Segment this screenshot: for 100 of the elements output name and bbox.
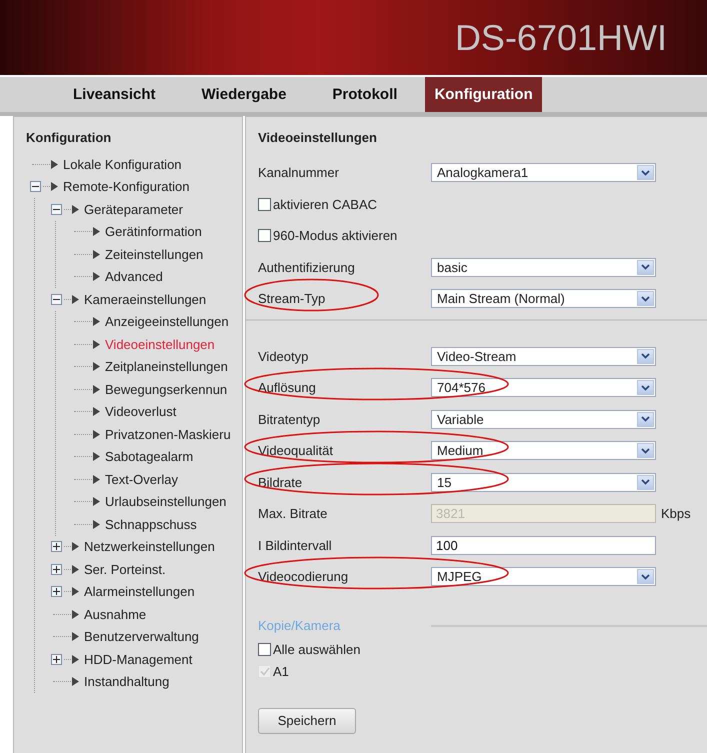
field-label: Bitratentyp	[258, 412, 322, 427]
tree-item[interactable]: HDD-Management	[84, 652, 192, 667]
dropdown[interactable]: Analogkamera1	[431, 163, 656, 182]
chevron-down-icon	[637, 474, 654, 490]
tree-item[interactable]: Urlaubseinstellungen	[105, 494, 226, 510]
dropdown[interactable]: Video-Stream	[431, 346, 656, 366]
input-field[interactable]: 100	[431, 536, 656, 555]
triangle-icon	[93, 430, 100, 439]
checkbox-label: A1	[273, 664, 289, 679]
tree-item[interactable]: Ausnahme	[84, 606, 146, 622]
tree-item[interactable]: Videoverlust	[105, 404, 176, 420]
dropdown[interactable]: Variable	[431, 410, 656, 429]
triangle-icon	[51, 160, 58, 169]
tree-item[interactable]: Bewegungserkennun	[105, 382, 228, 397]
field-label: Bildrate	[258, 474, 304, 490]
tree-item[interactable]: Geräteparameter	[84, 202, 183, 217]
checkbox[interactable]	[258, 643, 271, 656]
triangle-icon	[72, 294, 79, 304]
chevron-down-icon	[637, 443, 654, 458]
section-title: Videoeinstellungen	[258, 129, 378, 147]
dropdown[interactable]: basic	[431, 258, 656, 277]
tree-item[interactable]: Sabotagealarm	[105, 449, 194, 464]
triangle-icon	[93, 227, 100, 236]
field-label: Authentifizierung	[258, 260, 356, 275]
tree-item[interactable]: Schnappschuss	[105, 516, 197, 532]
tree-item[interactable]: Privatzonen-Maskieru	[105, 426, 231, 442]
field-label: Videocodierung	[258, 569, 350, 584]
dropdown[interactable]: Main Stream (Normal)	[431, 289, 656, 308]
triangle-icon	[93, 272, 100, 282]
tree-item[interactable]: Ser. Porteinst.	[84, 562, 166, 577]
collapse-icon[interactable]	[30, 181, 41, 192]
unit-label: Kbps	[661, 506, 691, 522]
field-label: Auflösung	[258, 380, 317, 396]
triangle-icon	[72, 204, 79, 214]
triangle-icon	[93, 474, 100, 484]
nav-tab[interactable]: Wiedergabe	[184, 77, 304, 112]
triangle-icon	[93, 384, 100, 394]
dropdown[interactable]: 704*576	[431, 378, 656, 398]
field-label: Max. Bitrate	[258, 506, 328, 522]
checkbox-label: 960-Modus aktivieren	[273, 228, 398, 244]
sidebar-title: Konfiguration	[25, 129, 112, 147]
triangle-icon	[93, 520, 100, 529]
chevron-down-icon	[637, 380, 654, 396]
tree-item[interactable]: Kameraeinstellungen	[84, 292, 206, 307]
tree-item[interactable]: Advanced	[105, 269, 163, 284]
collapse-icon[interactable]	[51, 204, 62, 215]
expand-icon[interactable]	[51, 541, 62, 552]
tree-item[interactable]: Videoeinstellungen	[105, 336, 215, 352]
triangle-icon	[72, 587, 79, 596]
field-label: Kanalnummer	[258, 165, 340, 180]
field-label: Videoqualität	[258, 443, 334, 458]
triangle-icon	[93, 362, 100, 372]
triangle-icon	[93, 250, 100, 259]
dropdown[interactable]: MJPEG	[431, 567, 656, 586]
triangle-icon	[93, 497, 100, 506]
collapse-icon[interactable]	[51, 294, 62, 305]
checkbox-label: aktivieren CABAC	[273, 196, 378, 212]
chevron-down-icon	[637, 291, 654, 306]
nav-tab[interactable]: Protokoll	[314, 77, 416, 112]
triangle-icon	[72, 632, 79, 642]
tree-item[interactable]: Gerätinformation	[105, 224, 202, 240]
field-label: I Bildintervall	[258, 538, 333, 553]
tree-item[interactable]: Anzeigeeinstellungen	[105, 314, 229, 330]
triangle-icon	[93, 407, 100, 416]
field-label: Videotyp	[258, 348, 310, 364]
triangle-icon	[93, 340, 100, 349]
tree-item[interactable]: Remote-Konfiguration	[63, 179, 190, 194]
checkbox-label: Alle auswählen	[273, 642, 360, 657]
section-heading: Kopie/Kamera	[258, 618, 342, 633]
tree-item[interactable]: Netzwerkeinstellungen	[84, 539, 215, 554]
checkbox[interactable]	[258, 229, 271, 242]
dropdown[interactable]: 15	[431, 472, 656, 492]
triangle-icon	[72, 677, 79, 686]
tree-item[interactable]: Alarmeinstellungen	[84, 584, 195, 600]
save-button[interactable]: Speichern	[258, 708, 356, 734]
triangle-icon	[93, 317, 100, 326]
expand-icon[interactable]	[51, 564, 62, 575]
triangle-icon	[72, 542, 79, 552]
field-label: Stream-Typ	[258, 291, 326, 306]
dropdown[interactable]: Medium	[431, 441, 656, 460]
tree-item[interactable]: Text-Overlay	[105, 472, 178, 487]
triangle-icon	[93, 452, 100, 462]
tree-item[interactable]: Zeitplaneinstellungen	[105, 359, 228, 374]
triangle-icon	[72, 610, 79, 619]
expand-icon[interactable]	[51, 586, 62, 598]
device-title: DS-6701HWI	[454, 16, 668, 58]
expand-icon[interactable]	[51, 654, 62, 665]
chevron-down-icon	[637, 348, 654, 364]
triangle-icon	[72, 654, 79, 664]
tree-item[interactable]: Lokale Konfiguration	[63, 156, 182, 172]
tree-item[interactable]: Instandhaltung	[84, 674, 170, 690]
tree-item[interactable]: Benutzerverwaltung	[84, 629, 199, 644]
checkbox[interactable]	[258, 198, 271, 211]
nav-tab[interactable]: Liveansicht	[55, 77, 174, 112]
chevron-down-icon	[637, 260, 654, 275]
tree-item[interactable]: Zeiteinstellungen	[105, 246, 204, 262]
chevron-down-icon	[637, 412, 654, 427]
triangle-icon	[72, 564, 79, 574]
triangle-icon	[51, 182, 58, 192]
nav-tab[interactable]: Konfiguration	[425, 77, 542, 112]
